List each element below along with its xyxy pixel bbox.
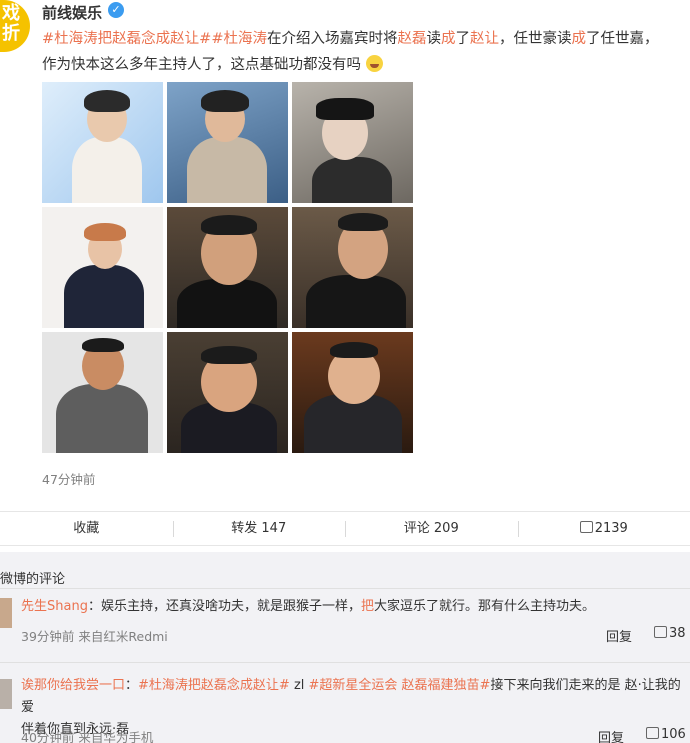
highlight-text: 成 xyxy=(440,31,456,47)
post-text-segment: 作为快本这么多年主持人了，这点基础功都没有吗 xyxy=(42,57,361,73)
reply-button[interactable]: 回复 xyxy=(606,626,632,645)
comment-like-button[interactable]: 106 xyxy=(646,727,686,742)
post-text-segment: ，任世豪读 xyxy=(498,31,572,47)
comment-text-segment: ： xyxy=(125,678,139,693)
account-avatar[interactable]: 戏 折 xyxy=(0,0,30,52)
hashtag-link[interactable]: #超新星全运会 赵磊福建独苗# xyxy=(309,678,491,693)
commenter-avatar[interactable] xyxy=(0,598,12,628)
comment-button[interactable]: 评论 209 xyxy=(345,512,518,545)
laughing-emoji-icon xyxy=(365,55,383,72)
commenter-avatar[interactable] xyxy=(0,679,12,709)
comment-meta: 40分钟前 来自华为手机 xyxy=(21,730,154,743)
commenter-name[interactable]: 诶那你给我尝一口 xyxy=(21,678,125,693)
comment-text: 先生Shang：娱乐主持，还真没啥功夫，就是跟猴子一样，把大家逗乐了就行。那有什… xyxy=(21,596,686,618)
avatar-text: 戏 折 xyxy=(2,3,20,44)
comment-text-segment: 大家逗乐了就行。那有什么主持功夫。 xyxy=(373,599,595,614)
verified-check-icon: ✓ xyxy=(108,2,124,18)
reply-button[interactable]: 回复 xyxy=(598,727,624,743)
like-button[interactable]: 2139 xyxy=(517,512,690,545)
comment-separator xyxy=(0,662,690,663)
post-action-bar: 收藏 转发 147 评论 209 2139 xyxy=(0,511,690,546)
hashtag-link[interactable]: #杜海涛 xyxy=(211,31,267,47)
comment-like-count: 106 xyxy=(661,727,686,742)
highlight-text: 赵磊 xyxy=(397,31,427,47)
comments-title: 微博的评论 xyxy=(0,572,66,587)
account-username[interactable]: 前线娱乐 xyxy=(42,2,102,23)
comment-like-count: 38 xyxy=(669,626,686,641)
post-text-segment: 了任世嘉， xyxy=(585,31,659,47)
thumbs-up-icon xyxy=(646,727,659,739)
highlight-text: 把 xyxy=(360,599,374,614)
like-count: 2139 xyxy=(594,521,628,536)
thumbs-up-icon xyxy=(654,626,667,638)
post-text: #杜海涛把赵磊念成赵让##杜海涛在介绍入场嘉宾时将赵磊读成了赵让，任世豪读成了任… xyxy=(42,26,682,78)
commenter-name[interactable]: 先生Shang xyxy=(21,599,88,614)
favorite-button[interactable]: 收藏 xyxy=(0,512,173,545)
photo-thumbnail[interactable] xyxy=(292,207,413,328)
photo-thumbnail[interactable] xyxy=(42,82,163,203)
highlight-text: 赵让 xyxy=(469,31,499,47)
photo-thumbnail[interactable] xyxy=(167,332,288,453)
comment-text-segment: ：娱乐主持，还真没啥功夫，就是跟猴子一样， xyxy=(87,599,361,614)
photo-thumbnail[interactable] xyxy=(292,82,413,203)
photo-thumbnail[interactable] xyxy=(167,82,288,203)
comment-text-segment: zl xyxy=(289,678,309,693)
comments-divider xyxy=(0,588,690,589)
thumbs-up-icon xyxy=(579,521,593,533)
highlight-text: 成 xyxy=(571,31,586,47)
post-timestamp[interactable]: 47分钟前 xyxy=(42,469,95,488)
photo-thumbnail[interactable] xyxy=(167,207,288,328)
post-text-segment: 读 xyxy=(426,31,441,47)
comments-section: 微博的评论 先生Shang：娱乐主持，还真没啥功夫，就是跟猴子一样，把大家逗乐了… xyxy=(0,552,690,743)
post-text-segment: 在介绍入场嘉宾时将 xyxy=(266,31,398,47)
comment-meta: 39分钟前 来自红米Redmi xyxy=(21,629,168,644)
photo-thumbnail[interactable] xyxy=(42,207,163,328)
hashtag-link[interactable]: #杜海涛把赵磊念成赵让# xyxy=(138,678,290,693)
weibo-post-page: 戏 折 前线娱乐 ✓ #杜海涛把赵磊念成赵让##杜海涛在介绍入场嘉宾时将赵磊读成… xyxy=(0,0,690,743)
photo-thumbnail[interactable] xyxy=(42,332,163,453)
post-text-segment: 了 xyxy=(455,31,470,47)
comment-like-button[interactable]: 38 xyxy=(654,626,686,641)
hashtag-link[interactable]: #杜海涛把赵磊念成赵让# xyxy=(42,31,211,47)
photo-thumbnail[interactable] xyxy=(292,332,413,453)
repost-button[interactable]: 转发 147 xyxy=(172,512,346,545)
